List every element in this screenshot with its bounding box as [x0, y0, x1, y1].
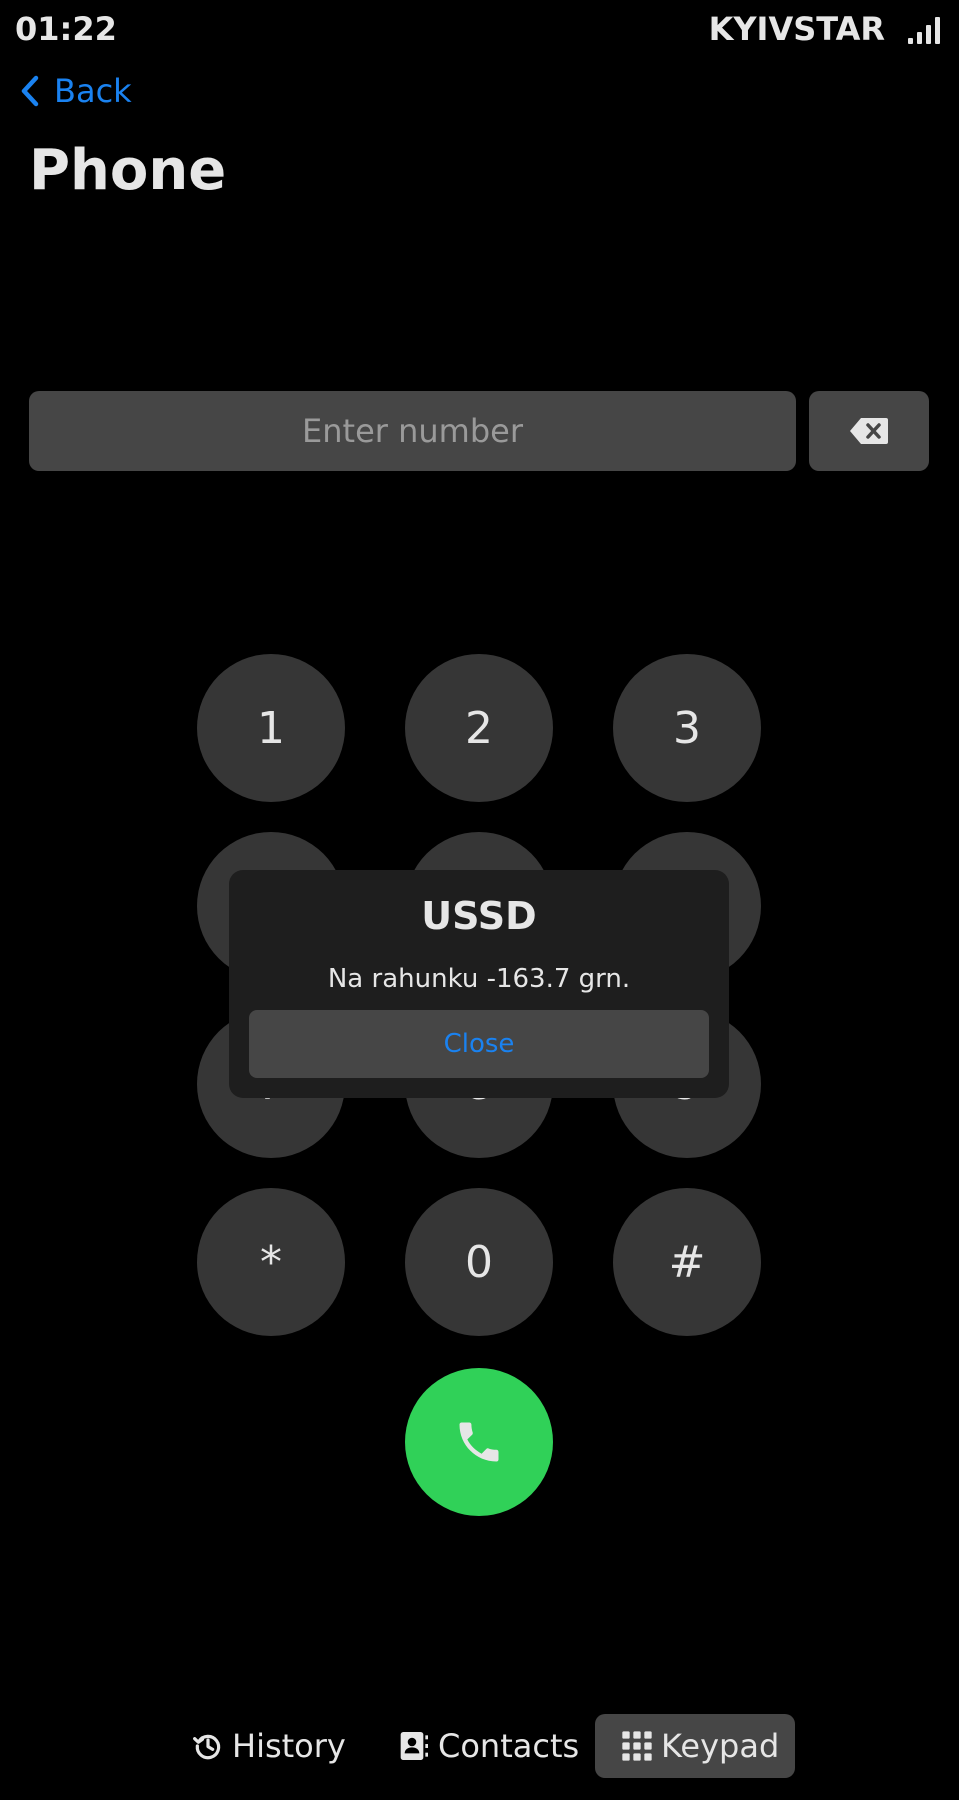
tab-history-label: History: [232, 1727, 346, 1765]
key-star[interactable]: *: [197, 1188, 345, 1336]
keypad-icon: [622, 1731, 652, 1761]
signal-bars-icon: [908, 17, 940, 44]
tab-keypad[interactable]: Keypad: [595, 1714, 795, 1778]
back-button[interactable]: Back: [20, 70, 132, 112]
backspace-icon: [850, 418, 888, 444]
key-1[interactable]: 1: [197, 654, 345, 802]
key-3[interactable]: 3: [613, 654, 761, 802]
key-0[interactable]: 0: [405, 1188, 553, 1336]
dialog-title: USSD: [421, 894, 537, 938]
phone-icon: [459, 1422, 499, 1462]
page-title: Phone: [29, 138, 227, 203]
tab-contacts-label: Contacts: [438, 1727, 580, 1765]
call-button[interactable]: [405, 1368, 553, 1516]
tab-keypad-label: Keypad: [661, 1727, 780, 1765]
contacts-icon: [400, 1732, 428, 1760]
key-hash[interactable]: #: [613, 1188, 761, 1336]
key-2[interactable]: 2: [405, 654, 553, 802]
number-input[interactable]: [29, 391, 796, 471]
status-time: 01:22: [15, 10, 117, 48]
ussd-dialog: USSD Na rahunku -163.7 grn. Close: [229, 870, 729, 1098]
chevron-left-icon: [21, 75, 39, 107]
dialog-close-button[interactable]: Close: [249, 1010, 709, 1078]
status-carrier: KYIVSTAR: [708, 10, 885, 48]
tab-contacts[interactable]: Contacts: [398, 1714, 579, 1778]
backspace-button[interactable]: [809, 391, 929, 471]
dialog-message: Na rahunku -163.7 grn.: [327, 964, 631, 994]
history-icon: [193, 1734, 221, 1760]
tab-history[interactable]: History: [192, 1714, 346, 1778]
back-label: Back: [54, 72, 132, 110]
